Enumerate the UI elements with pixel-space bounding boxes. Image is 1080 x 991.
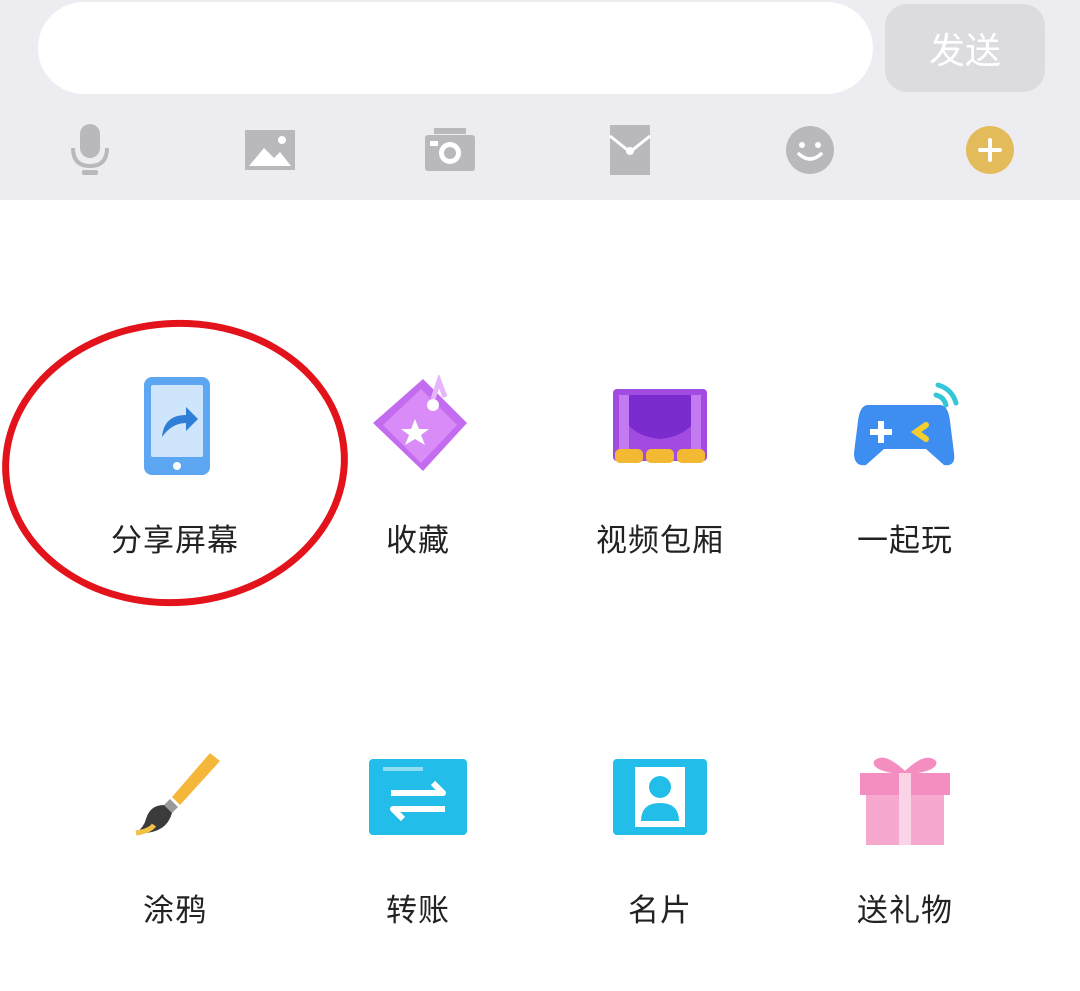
share-screen-item[interactable]: 分享屏幕	[65, 375, 285, 595]
transfer-icon	[363, 745, 473, 855]
doodle-item[interactable]: 涂鸦	[65, 745, 285, 965]
contact-card-label: 名片	[628, 893, 692, 929]
send-button[interactable]: 发送	[885, 4, 1045, 92]
share-screen-label: 分享屏幕	[111, 523, 239, 559]
play-together-label: 一起玩	[857, 523, 953, 559]
gift-icon	[850, 745, 960, 855]
send-gift-label: 送礼物	[857, 893, 953, 929]
message-input[interactable]	[38, 2, 873, 94]
contact-card-item[interactable]: 名片	[550, 745, 770, 965]
microphone-icon[interactable]	[62, 122, 118, 178]
paintbrush-icon	[120, 745, 230, 855]
send-gift-item[interactable]: 送礼物	[795, 745, 1015, 965]
favorites-icon	[363, 373, 473, 485]
gamepad-icon	[850, 375, 960, 485]
doodle-label: 涂鸦	[143, 893, 207, 929]
favorites-label: 收藏	[386, 523, 450, 559]
share-screen-icon	[120, 375, 230, 485]
plus-icon[interactable]	[962, 122, 1018, 178]
play-together-item[interactable]: 一起玩	[795, 375, 1015, 595]
video-theater-label: 视频包厢	[596, 523, 724, 559]
camera-icon[interactable]	[422, 122, 478, 178]
emoji-icon[interactable]	[782, 122, 838, 178]
transfer-item[interactable]: 转账	[308, 745, 528, 965]
input-bar: 发送	[0, 0, 1080, 200]
red-envelope-icon[interactable]	[602, 122, 658, 178]
image-icon[interactable]	[242, 122, 298, 178]
contact-card-icon	[605, 745, 715, 855]
video-theater-icon	[605, 375, 715, 485]
video-theater-item[interactable]: 视频包厢	[550, 375, 770, 595]
favorites-item[interactable]: 收藏	[308, 373, 528, 595]
transfer-label: 转账	[386, 893, 450, 929]
